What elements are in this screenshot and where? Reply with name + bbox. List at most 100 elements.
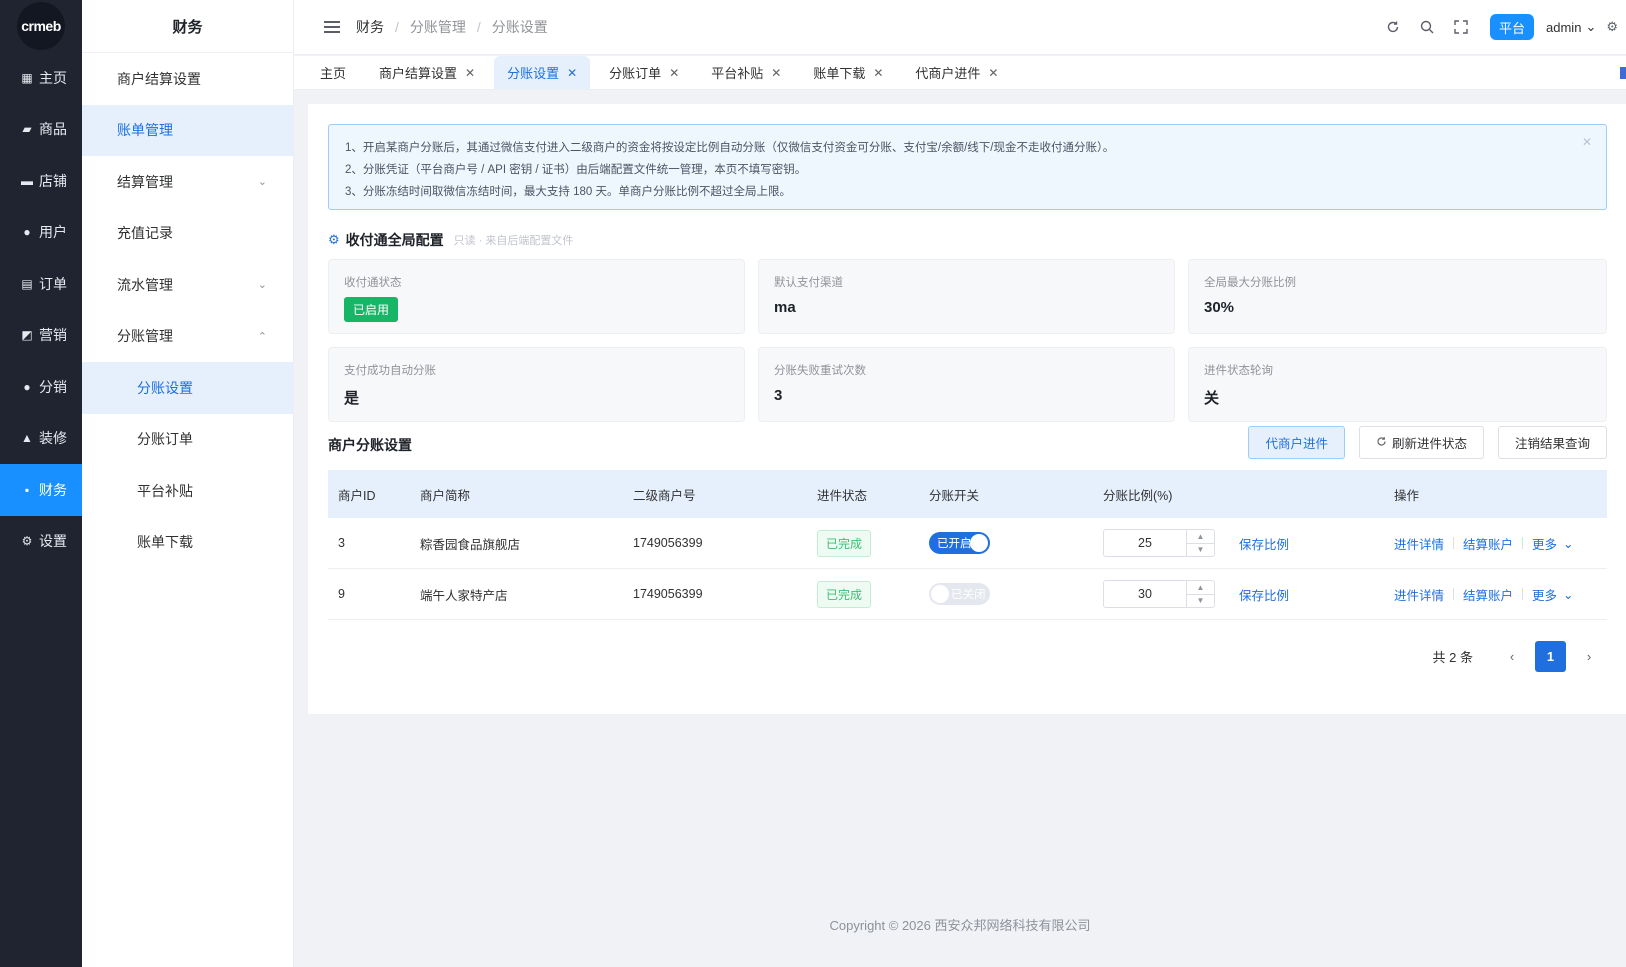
subnav-item[interactable]: 流水管理 ⌄	[82, 259, 293, 311]
config-cell: 全局最大分账比例 30%	[1188, 259, 1607, 334]
settlement-account-link[interactable]: 结算账户	[1463, 534, 1513, 553]
tab[interactable]: 平台补贴 ✕	[698, 56, 794, 89]
tabs-menu-icon[interactable]	[1620, 66, 1626, 79]
settings-icon[interactable]: ⚙	[1606, 19, 1618, 35]
cancel-query-button[interactable]: 注销结果查询	[1497, 426, 1607, 459]
subnav-item[interactable]: 平台补贴	[82, 465, 293, 517]
rail-item-3[interactable]: ● 用户	[0, 207, 82, 259]
breadcrumb-item[interactable]: 财务	[356, 17, 384, 37]
tab[interactable]: 分账设置 ✕	[494, 56, 591, 89]
settlement-account-link[interactable]: 结算账户	[1463, 585, 1513, 604]
ratio-stepper[interactable]: 30 ▲ ▼	[1103, 580, 1215, 608]
ratio-value[interactable]: 25	[1104, 530, 1186, 556]
rail-item-0[interactable]: ▦ 主页	[0, 52, 82, 104]
rail-item-1[interactable]: ▰ 商品	[0, 104, 82, 156]
decrement-icon[interactable]: ▼	[1187, 544, 1214, 557]
close-icon[interactable]: ✕	[771, 66, 781, 80]
close-icon[interactable]: ✕	[873, 66, 883, 80]
tab[interactable]: 分账订单 ✕	[596, 56, 692, 89]
subnav-item[interactable]: 账单下载	[82, 517, 293, 569]
pagination: 共 2 条 ‹ 1 ›	[1433, 641, 1604, 672]
prev-page-icon[interactable]: ‹	[1497, 649, 1527, 664]
refresh-status-button[interactable]: 刷新进件状态	[1358, 426, 1484, 459]
chevron-down-icon: ⌄	[1585, 19, 1597, 34]
onboard-merchant-button[interactable]: 代商户进件	[1248, 426, 1345, 459]
save-ratio-link[interactable]: 保存比例	[1239, 534, 1289, 553]
divider	[1453, 537, 1455, 549]
onboarding-detail-link[interactable]: 进件详情	[1394, 585, 1444, 604]
column-header: 分账开关	[929, 488, 980, 503]
refresh-icon[interactable]	[1376, 20, 1410, 34]
status-badge: 已完成	[817, 529, 872, 557]
tab[interactable]: 商户结算设置 ✕	[366, 56, 488, 89]
close-icon[interactable]: ✕	[669, 66, 679, 80]
subnav-item[interactable]: 结算管理 ⌄	[82, 156, 293, 208]
sub-merchant-no: 1749056399	[633, 536, 703, 550]
subnav-item[interactable]: 商户结算设置	[82, 53, 293, 105]
config-cell: 收付通状态 已启用	[328, 259, 745, 334]
page-number[interactable]: 1	[1535, 641, 1566, 672]
close-icon[interactable]: ✕	[465, 66, 475, 80]
next-page-icon[interactable]: ›	[1574, 649, 1604, 664]
username: admin	[1546, 19, 1582, 35]
breadcrumb-item[interactable]: 分账管理	[410, 17, 466, 37]
subnav-item[interactable]: 账单管理	[82, 104, 293, 156]
subnav-item-label: 账单下载	[137, 534, 193, 551]
menu-toggle-icon[interactable]	[324, 21, 340, 33]
top-header: 财务 / 分账管理 / 分账设置 平台 admin ⌄ ⚙	[294, 0, 1626, 55]
ratio-value[interactable]: 30	[1104, 581, 1186, 607]
more-label: 更多	[1532, 588, 1558, 603]
toggle-label: 已开启	[937, 538, 972, 550]
onboarding-detail-link[interactable]: 进件详情	[1394, 534, 1444, 553]
split-toggle[interactable]: 已关闭	[929, 583, 990, 605]
bag-icon: ▰	[22, 122, 32, 137]
more-dropdown[interactable]: 更多 ⌄	[1532, 585, 1574, 604]
config-value: 关	[1204, 390, 1220, 407]
tab[interactable]: 主页	[308, 56, 360, 89]
tab[interactable]: 代商户进件 ✕	[902, 56, 1011, 89]
decrement-icon[interactable]: ▼	[1187, 595, 1214, 608]
rail-item-2[interactable]: ▬ 店铺	[0, 155, 82, 207]
grid-icon: ▦	[21, 70, 33, 85]
ratio-cell: 30 ▲ ▼ 保存比例	[1103, 580, 1394, 608]
fullscreen-icon[interactable]	[1444, 20, 1478, 34]
config-value: 30%	[1204, 299, 1235, 316]
subnav-item[interactable]: 分账订单	[82, 414, 293, 466]
close-icon[interactable]: ✕	[567, 66, 577, 80]
tab-label: 代商户进件	[915, 66, 981, 81]
search-icon[interactable]	[1410, 20, 1444, 34]
rail-item-9[interactable]: ⚙ 设置	[0, 516, 82, 568]
save-ratio-link[interactable]: 保存比例	[1239, 585, 1289, 604]
sub-sidebar-title: 财务	[82, 0, 293, 53]
rail-item-7[interactable]: ▲ 装修	[0, 413, 82, 465]
rail-item-4[interactable]: ▤ 订单	[0, 258, 82, 310]
tab[interactable]: 账单下载 ✕	[800, 56, 896, 89]
rail-item-5[interactable]: ◩ 营销	[0, 310, 82, 362]
subnav-item[interactable]: 分账管理 ⌃	[82, 311, 293, 363]
order-icon: ▤	[21, 276, 33, 291]
rail-item-label: 设置	[39, 533, 67, 550]
more-dropdown[interactable]: 更多 ⌄	[1532, 534, 1574, 553]
rail-item-8[interactable]: ▪ 财务	[0, 464, 82, 516]
rail-item-6[interactable]: ● 分销	[0, 361, 82, 413]
platform-button[interactable]: 平台	[1490, 14, 1535, 40]
config-label: 进件状态轮询	[1204, 365, 1273, 377]
subnav-item-label: 平台补贴	[137, 482, 193, 499]
subnav-item[interactable]: 充值记录	[82, 208, 293, 260]
split-toggle[interactable]: 已开启	[929, 532, 990, 554]
close-icon[interactable]: ✕	[1582, 135, 1592, 149]
subnav-item[interactable]: 分账设置	[82, 362, 293, 414]
chevron-down-icon: ⌄	[257, 176, 267, 189]
subnav-item-label: 分账管理	[117, 328, 173, 345]
close-icon[interactable]: ✕	[988, 66, 998, 80]
user-menu[interactable]: admin ⌄	[1546, 19, 1596, 35]
config-cell: 默认支付渠道 ma	[758, 259, 1175, 334]
ratio-cell: 25 ▲ ▼ 保存比例	[1103, 529, 1394, 557]
logo[interactable]: crmeb	[17, 2, 65, 50]
divider	[1522, 537, 1524, 549]
ratio-stepper[interactable]: 25 ▲ ▼	[1103, 529, 1215, 557]
merchant-name: 粽香园食品旗舰店	[420, 537, 521, 552]
increment-icon[interactable]: ▲	[1187, 530, 1214, 544]
increment-icon[interactable]: ▲	[1187, 581, 1214, 595]
column-header: 商户ID	[338, 488, 376, 503]
